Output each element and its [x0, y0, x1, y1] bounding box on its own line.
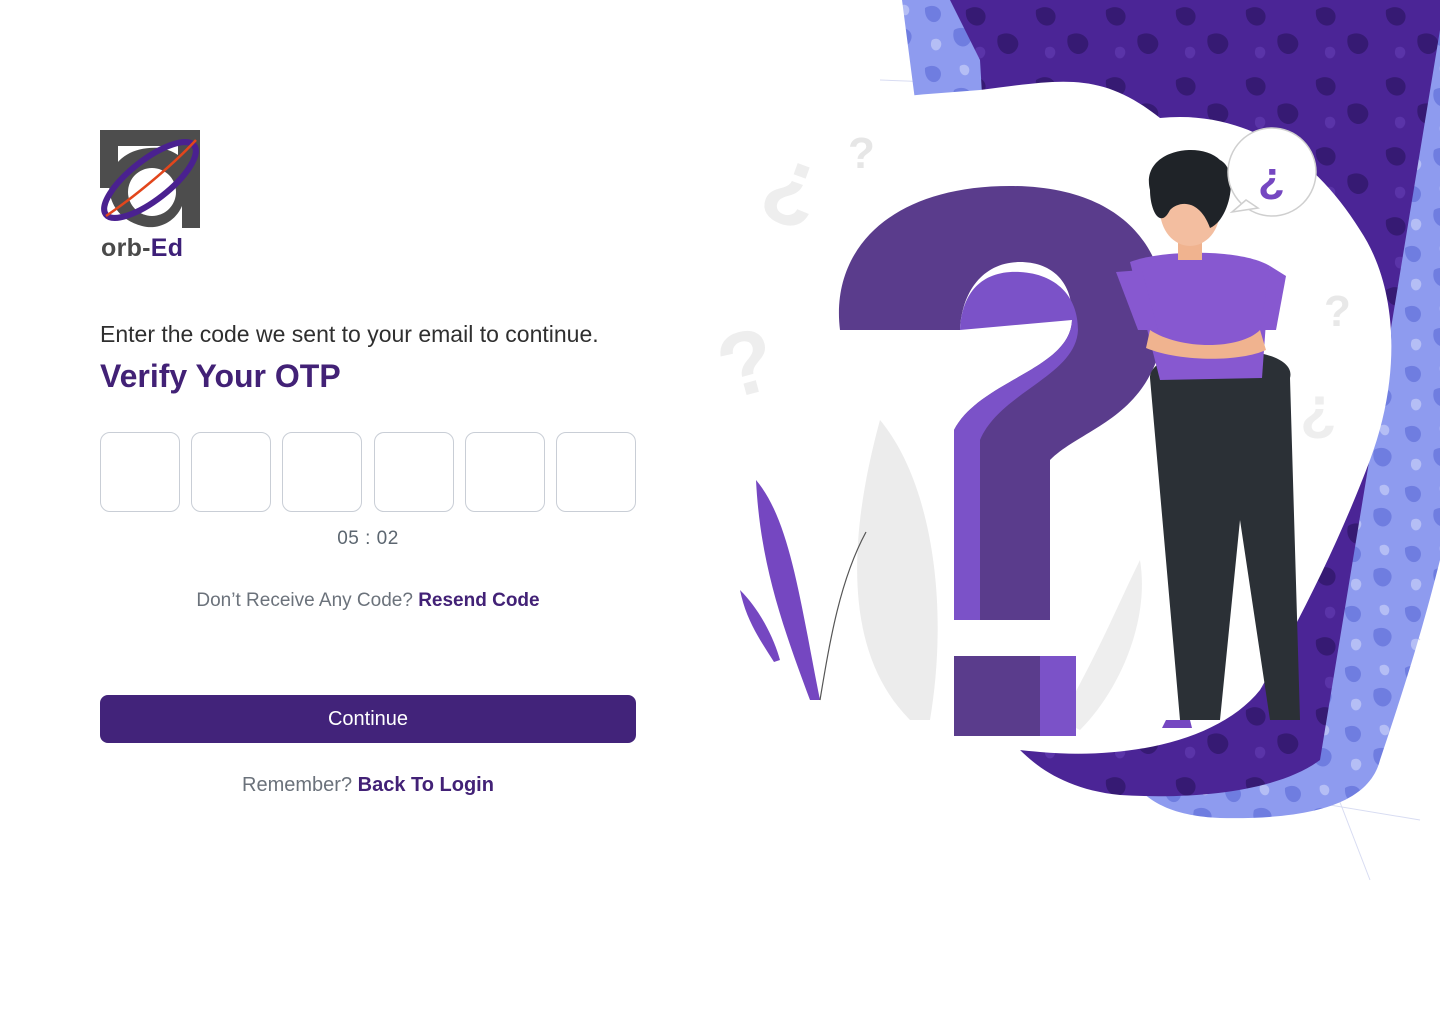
logo-wordmark: orb-Ed — [101, 234, 183, 263]
otp-digit-1[interactable] — [100, 432, 180, 512]
confused-person-question-mark-illustration: ¿ ? ? ? ¿ ¿ — [707, 0, 1440, 881]
resend-code-link[interactable]: Resend Code — [418, 590, 539, 611]
faded-question-mark-icon: ? — [1324, 287, 1351, 336]
speech-bubble: ¿ — [1227, 127, 1317, 217]
resend-row: Don’t Receive Any Code? Resend Code — [100, 590, 636, 612]
countdown-timer: 05 : 02 — [337, 528, 399, 549]
otp-digit-6[interactable] — [555, 432, 636, 512]
back-prompt: Remember? — [242, 774, 353, 796]
orb-ed-logo-icon — [100, 130, 200, 228]
continue-button[interactable]: Continue — [100, 695, 636, 743]
resend-prompt: Don’t Receive Any Code? — [196, 590, 413, 611]
back-to-login-row: Remember? Back To Login — [100, 774, 636, 797]
logo-text-ed: Ed — [150, 234, 184, 262]
inverted-question-mark-icon: ¿ — [1258, 153, 1285, 202]
brand-logo: orb-Ed — [100, 128, 204, 268]
page-title: Verify Your OTP — [100, 358, 341, 394]
otp-digit-4[interactable] — [373, 432, 454, 512]
otp-instruction-text: Enter the code we sent to your email to … — [100, 321, 599, 347]
faded-question-mark-icon: ¿ — [1300, 374, 1337, 441]
otp-input-group — [100, 432, 636, 512]
otp-digit-5[interactable] — [464, 432, 545, 512]
otp-digit-2[interactable] — [191, 432, 272, 512]
faded-question-mark-icon: ? — [848, 129, 875, 178]
otp-digit-3[interactable] — [282, 432, 363, 512]
back-to-login-link[interactable]: Back To Login — [358, 774, 494, 796]
logo-text-orb: orb- — [101, 234, 151, 262]
